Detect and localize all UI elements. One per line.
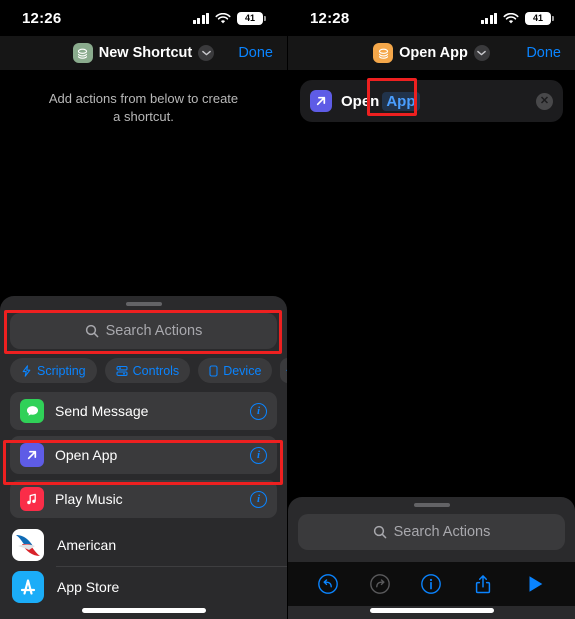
action-library-sheet: Search Actions Scripting Controls Device [0, 296, 287, 619]
done-button[interactable]: Done [526, 45, 561, 61]
left-phone-screen: 12:26 41 New Shortcut Done Add actions f… [0, 0, 287, 619]
chip-label: Controls [132, 363, 180, 378]
status-bar: 12:28 41 [288, 0, 575, 36]
wifi-icon [503, 12, 519, 24]
american-airlines-icon [12, 529, 44, 561]
page-title: Open App [399, 45, 468, 61]
action-card-wrap: Open App ✕ [288, 70, 575, 122]
clear-icon[interactable]: ✕ [536, 92, 553, 110]
app-label: American [57, 537, 117, 553]
cellular-bars-icon [192, 12, 209, 24]
shortcuts-icon [72, 43, 93, 63]
chip-controls[interactable]: Controls [104, 358, 191, 383]
empty-state-message: Add actions from below to create a short… [0, 70, 287, 126]
info-button[interactable] [418, 571, 444, 597]
controls-icon [116, 365, 128, 376]
shortcut-canvas: Add actions from below to create a short… [0, 70, 287, 126]
app-parameter-token[interactable]: App [382, 91, 420, 111]
status-bar-time: 12:26 [22, 9, 62, 27]
open-app-icon [20, 443, 44, 467]
search-input[interactable]: Search Actions [298, 514, 565, 550]
sheet-grabber[interactable] [125, 302, 162, 306]
sheet-grabber[interactable] [413, 503, 450, 507]
device-icon [209, 364, 218, 377]
chevron-down-icon[interactable] [473, 45, 490, 61]
redo-button [367, 571, 393, 597]
search-placeholder: Search Actions [393, 524, 491, 540]
search-placeholder: Search Actions [105, 323, 203, 339]
shortcuts-icon [373, 43, 394, 63]
action-label: Send Message [55, 403, 149, 419]
action-card-text: Open [341, 92, 380, 110]
nav-bar: New Shortcut Done [0, 36, 287, 70]
scripting-icon [22, 364, 31, 377]
nav-bar: Open App Done [288, 36, 575, 70]
info-icon[interactable]: i [250, 490, 267, 508]
category-chips: Scripting Controls Device [0, 349, 287, 383]
status-bar: 12:26 41 [0, 0, 287, 36]
home-indicator [81, 608, 206, 613]
chip-sharing-partial[interactable] [280, 358, 287, 383]
battery-icon: 41 [237, 11, 266, 25]
done-button[interactable]: Done [238, 45, 273, 61]
home-indicator [369, 608, 494, 613]
empty-state-line-2: a shortcut. [113, 109, 174, 124]
action-list: Send Message i Open App i Play Music i [0, 383, 287, 518]
chip-label: Scripting [37, 363, 86, 378]
search-input[interactable]: Search Actions [10, 313, 277, 349]
action-label: Open App [55, 447, 118, 463]
share-icon [286, 369, 287, 371]
messages-icon [20, 399, 44, 423]
action-row-open-app[interactable]: Open App i [10, 436, 277, 474]
status-bar-time: 12:28 [310, 9, 350, 27]
app-label: App Store [57, 579, 120, 595]
info-icon[interactable]: i [250, 402, 267, 420]
editor-toolbar [288, 562, 575, 606]
right-phone-screen: 12:28 41 Open App Done Open App ✕ Search… [288, 0, 575, 619]
action-library-sheet: Search Actions [288, 497, 575, 619]
undo-button[interactable] [315, 571, 341, 597]
share-button[interactable] [470, 571, 496, 597]
action-row-send-message[interactable]: Send Message i [10, 392, 277, 430]
run-button[interactable] [522, 571, 548, 597]
chip-label: Device [223, 363, 262, 378]
action-label: Play Music [55, 491, 123, 507]
info-icon[interactable]: i [250, 446, 267, 464]
search-icon [373, 525, 386, 539]
chevron-down-icon[interactable] [198, 45, 215, 61]
shortcut-canvas: Open App ✕ [288, 70, 575, 122]
battery-icon: 41 [525, 11, 554, 25]
wifi-icon [215, 12, 231, 24]
chip-scripting[interactable]: Scripting [10, 358, 97, 383]
open-app-icon [310, 90, 332, 112]
page-title: New Shortcut [98, 45, 193, 61]
app-row-app-store[interactable]: App Store [0, 566, 287, 608]
open-app-action-card[interactable]: Open App ✕ [300, 80, 563, 122]
action-row-play-music[interactable]: Play Music i [10, 480, 277, 518]
search-icon [85, 324, 98, 338]
music-icon [20, 487, 44, 511]
app-row-american[interactable]: American [0, 524, 287, 566]
screenshot-root: 12:26 41 New Shortcut Done Add actions f… [0, 0, 575, 619]
status-bar-indicators: 41 [192, 11, 266, 25]
empty-state-line-1: Add actions from below to create [48, 91, 239, 106]
chip-device[interactable]: Device [198, 358, 273, 383]
cellular-bars-icon [480, 12, 497, 24]
status-bar-indicators: 41 [480, 11, 554, 25]
app-store-icon [12, 571, 44, 603]
